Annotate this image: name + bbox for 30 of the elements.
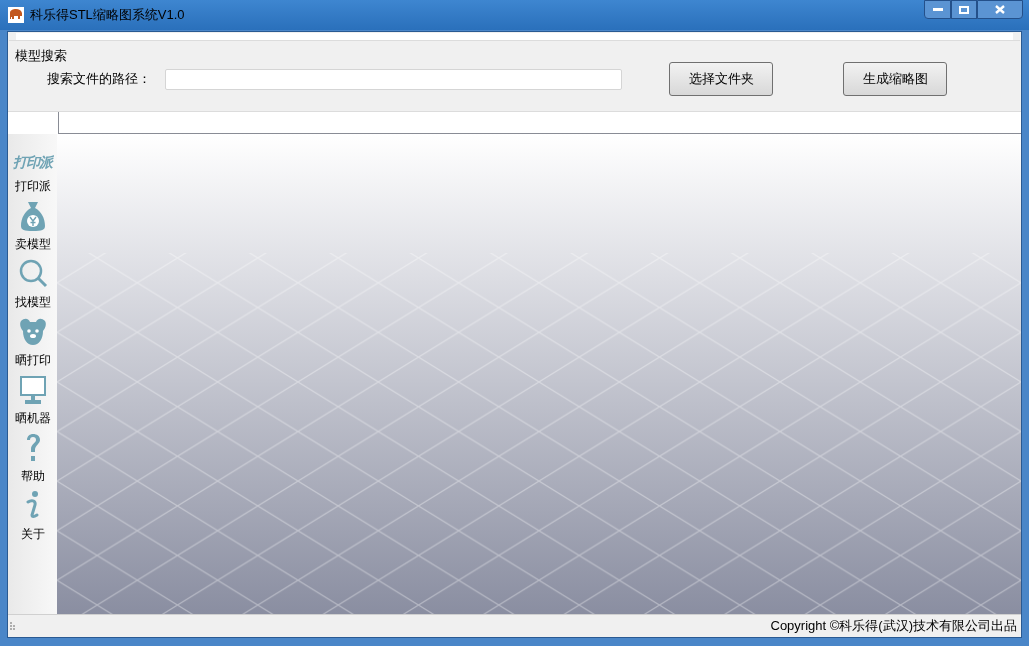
sidebar-item[interactable]: 晒打印 [14, 315, 51, 369]
generate-thumbnails-button[interactable]: 生成缩略图 [843, 62, 947, 96]
sidebar-item[interactable]: 关于 [17, 489, 48, 543]
maximize-button[interactable] [951, 0, 977, 19]
sidebar-label: 关于 [20, 526, 45, 543]
path-label: 搜索文件的路径： [47, 70, 152, 89]
elephant-icon [8, 7, 24, 23]
logo: 打印派 [13, 153, 52, 172]
minimize-icon [932, 8, 943, 11]
sidebar-label: 晒打印 [14, 352, 51, 369]
path-input-field[interactable] [165, 68, 622, 90]
status-text: Copyright ©科乐得(武汉)技术有限公司出品 [770, 617, 1017, 636]
sidebar-label: 打印派 [14, 178, 51, 195]
sidebar-item[interactable]: 晒机器 [14, 373, 51, 427]
choose-folder-button[interactable]: 选择文件夹 [669, 62, 773, 96]
sidebar-item[interactable]: 卖模型 [14, 199, 51, 253]
sidebar-label: 帮助 [20, 468, 45, 485]
sidebar-label: 卖模型 [14, 236, 51, 253]
sidebar-label: 晒机器 [14, 410, 51, 427]
sidebar-item[interactable]: 打印派 打印派 [13, 149, 52, 195]
sidebar-item[interactable]: 帮助 [17, 431, 48, 485]
close-button[interactable] [977, 0, 1023, 19]
monitor-icon [17, 373, 48, 407]
sidebar-label: 找模型 [14, 294, 51, 311]
close-icon [995, 5, 1005, 14]
resize-grip-icon [10, 622, 18, 630]
sidebar-item[interactable]: 找模型 [14, 257, 51, 311]
minimize-button[interactable] [924, 0, 951, 19]
window-title: 科乐得STL缩略图系统V1.0 [30, 6, 185, 25]
maximize-icon [959, 5, 969, 14]
